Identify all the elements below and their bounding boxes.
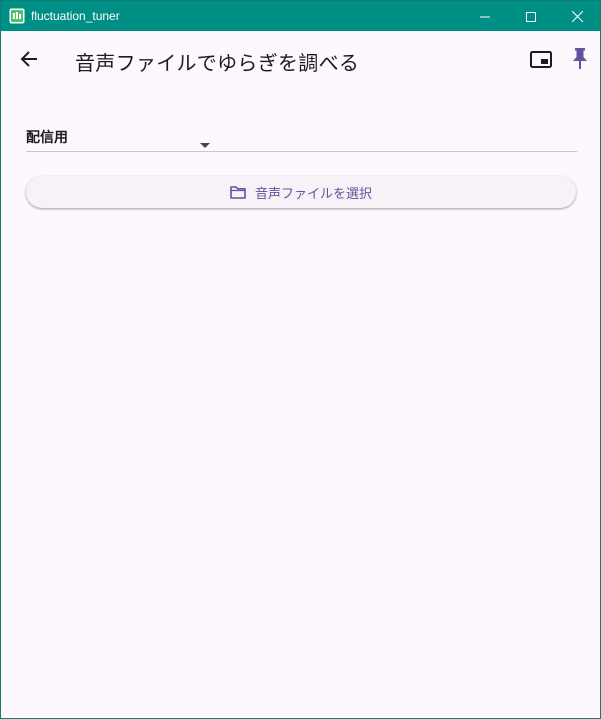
app-icon [9,8,25,24]
window-title: fluctuation_tuner [31,9,120,23]
close-button[interactable] [554,1,600,31]
dropdown-selected-value: 配信用 [26,130,68,146]
pin-button[interactable] [562,41,598,81]
window-controls [462,1,600,31]
arrow-back-icon [20,51,38,71]
app-window: fluctuation_tuner 音声ファイルでゆらぎを調べる 配信用 音声フ… [0,0,601,719]
close-icon [571,7,583,26]
folder-icon [230,185,246,199]
app-bar: 音声ファイルでゆらぎを調べる [1,31,600,91]
maximize-button[interactable] [508,1,554,31]
select-audio-file-button[interactable]: 音声ファイルを選択 [26,176,576,208]
picture-in-picture-icon [530,50,552,72]
back-button[interactable] [9,41,49,81]
minimize-icon [480,7,490,26]
title-bar: fluctuation_tuner [1,1,600,31]
page-title: 音声ファイルでゆらぎを調べる [75,51,360,75]
pin-icon [572,48,588,74]
arrow-drop-down-icon [200,133,210,152]
select-audio-file-label: 音声ファイルを選択 [254,186,372,202]
picture-in-picture-button[interactable] [521,41,561,81]
mode-dropdown[interactable]: 配信用 [26,123,577,152]
minimize-button[interactable] [462,1,508,31]
maximize-icon [526,7,536,26]
